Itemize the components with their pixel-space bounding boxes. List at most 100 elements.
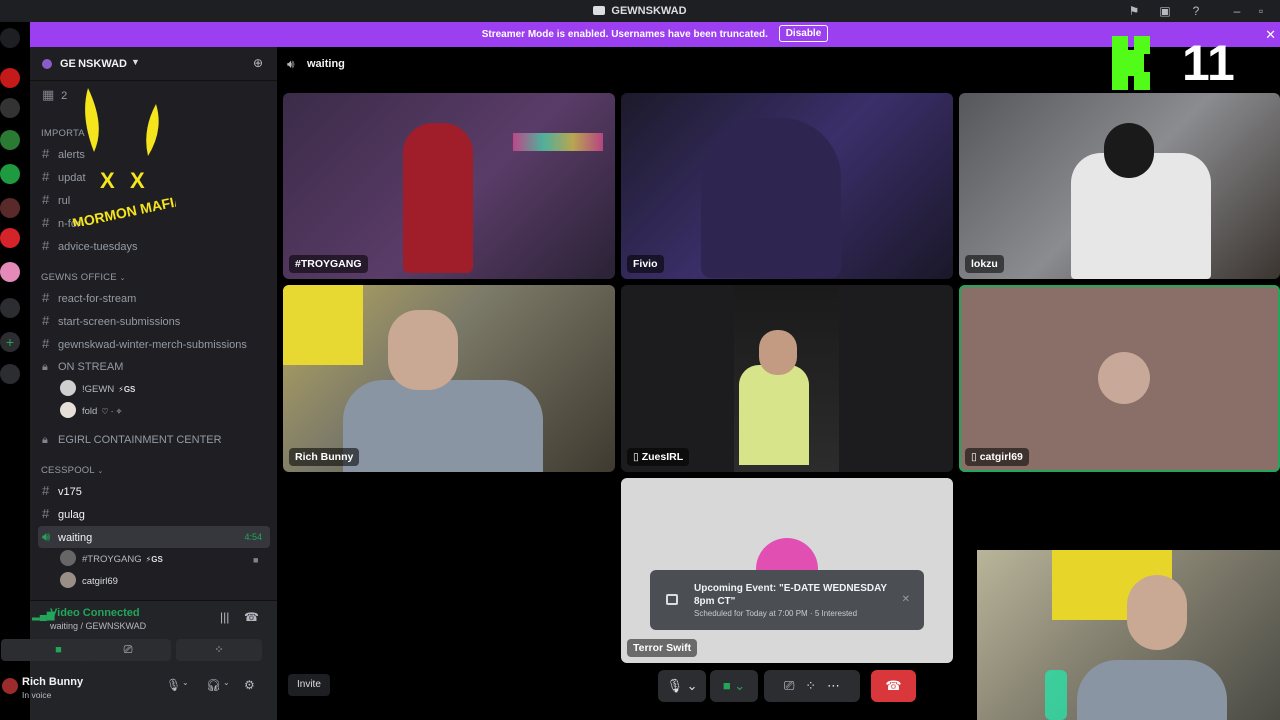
- disconnect-icon[interactable]: ☎: [244, 610, 259, 624]
- avatar: [60, 550, 76, 566]
- signal-icon[interactable]: ▂▄▆: [32, 610, 54, 622]
- server-icon[interactable]: [0, 68, 20, 88]
- screen-share-and-activities-button[interactable]: ⎚ ⁘ ⋯: [764, 670, 860, 702]
- channel-rules[interactable]: # rul: [38, 189, 270, 211]
- channel-alerts[interactable]: # alerts: [38, 143, 270, 165]
- channel-label: start-screen-submissions: [58, 316, 181, 328]
- server-icon[interactable]: [0, 130, 20, 150]
- channel-winter-merch[interactable]: # gewnskwad-winter-merch-submissions: [38, 333, 270, 355]
- camera-toggle-button[interactable]: ■ ⌄: [710, 670, 758, 702]
- microphone-toggle-button[interactable]: 🎙︎ ⌄: [658, 670, 706, 702]
- channel-start-screen-submissions[interactable]: # start-screen-submissions: [38, 310, 270, 332]
- channel-gulag[interactable]: # gulag: [38, 503, 270, 525]
- video-tile[interactable]: ▯ catgirl69: [959, 285, 1280, 472]
- activities-button[interactable]: ⁘: [176, 639, 262, 661]
- member-tag: ♡ · ✧: [101, 407, 123, 416]
- chevron-down-icon[interactable]: ⌄: [182, 678, 189, 687]
- close-banner-icon[interactable]: ✕: [1265, 22, 1276, 47]
- chevron-down-icon[interactable]: ⌄: [223, 678, 230, 687]
- voice-channel-waiting[interactable]: 🔊︎ waiting 4:54: [38, 526, 270, 548]
- video-tile[interactable]: ▯ ZuesIRL: [621, 285, 953, 472]
- server-icon[interactable]: [0, 98, 20, 118]
- microphone-light: [1045, 670, 1067, 720]
- close-icon[interactable]: ✕: [902, 594, 910, 605]
- microphone-icon[interactable]: 🎙︎: [166, 678, 181, 692]
- server-header[interactable]: GE NSKWAD ▼ ⊕: [30, 47, 277, 81]
- video-feed: [343, 380, 543, 472]
- avatar: [60, 572, 76, 588]
- hash-icon: #: [42, 290, 50, 305]
- category-important[interactable]: IMPORTA: [38, 123, 270, 145]
- server-icon[interactable]: [0, 228, 20, 248]
- explore-icon[interactable]: [0, 364, 20, 384]
- hang-up-button[interactable]: ☎: [871, 670, 916, 702]
- hash-icon: #: [42, 336, 50, 351]
- kick-count: 11: [1182, 35, 1235, 91]
- streamer-mode-banner: Streamer Mode is enabled. Usernames have…: [30, 22, 1280, 47]
- minimize-icon[interactable]: –: [1229, 3, 1245, 19]
- channel-updates[interactable]: # updat: [38, 166, 270, 188]
- settings-gear-icon[interactable]: ⚙: [244, 678, 255, 692]
- user-panel: Rich Bunny In voice 🎙︎ ⌄ 🎧︎ ⌄ ⚙: [2, 666, 277, 720]
- category-cesspool[interactable]: CESSPOOL ⌄: [38, 460, 270, 482]
- headphones-icon[interactable]: 🎧︎: [206, 678, 221, 692]
- hash-icon: #: [42, 506, 50, 521]
- title-bar: GEWNSKWAD ⚑ ▣ ? – ▫: [0, 0, 1280, 22]
- voice-connection-panel: ▂▄▆ Video Connected waiting / GEWNSKWAD …: [1, 600, 277, 666]
- invite-people-icon[interactable]: ⊕: [253, 56, 263, 70]
- server-icon[interactable]: [0, 164, 20, 184]
- video-feed: [734, 285, 839, 472]
- invite-button[interactable]: Invite: [288, 674, 330, 696]
- voice-member[interactable]: fold ♡ · ✧: [60, 402, 122, 422]
- server-icon[interactable]: [0, 262, 20, 282]
- participant-name: catgirl69: [979, 451, 1023, 463]
- noise-suppression-icon[interactable]: |||: [220, 610, 229, 624]
- video-tile[interactable]: Fivio: [621, 93, 953, 279]
- share-screen-button[interactable]: ⎚: [85, 639, 171, 661]
- calendar-icon: [666, 594, 678, 605]
- channel-label: v175: [58, 486, 82, 498]
- video-tile[interactable]: lokzu: [959, 93, 1280, 279]
- server-dot-icon: [42, 59, 52, 69]
- upcoming-event-popup[interactable]: Upcoming Event: "E-DATE WEDNESDAY 8pm CT…: [650, 570, 924, 630]
- channel-advice-tuesdays[interactable]: # advice-tuesdays: [38, 235, 270, 257]
- member-tag: ⚡GS: [118, 385, 136, 394]
- video-feed-lights: [513, 133, 603, 151]
- participant-name: Fivio: [627, 255, 664, 273]
- voice-location[interactable]: waiting / GEWNSKWAD: [50, 621, 146, 631]
- voice-member[interactable]: catgirl69: [60, 572, 118, 592]
- participant-name: lokzu: [965, 255, 1004, 273]
- server-icon[interactable]: [0, 298, 20, 318]
- event-meta: Scheduled for Today at 7:00 PM · 5 Inter…: [694, 609, 858, 618]
- user-status: In voice: [22, 690, 52, 700]
- add-server-icon[interactable]: +: [0, 332, 20, 352]
- video-tile[interactable]: #TROYGANG: [283, 93, 615, 279]
- mobile-icon: ▯: [971, 451, 980, 463]
- channel-label: alerts: [58, 149, 85, 161]
- category-gewns-office[interactable]: GEWNS OFFICE ⌄: [38, 267, 270, 289]
- channel-truncated[interactable]: # n-for-: [38, 212, 270, 234]
- avatar[interactable]: [2, 678, 18, 694]
- help-icon[interactable]: ?: [1188, 3, 1204, 19]
- channel-react-for-stream[interactable]: # react-for-stream: [38, 287, 270, 309]
- channel-v175[interactable]: # v175: [38, 480, 270, 502]
- maximize-icon[interactable]: ▫: [1253, 3, 1269, 19]
- video-tile[interactable]: Rich Bunny: [283, 285, 615, 472]
- disable-streamer-mode-button[interactable]: Disable: [778, 25, 829, 42]
- server-icon[interactable]: [0, 198, 20, 218]
- voice-member[interactable]: !GEWN ⚡GS: [60, 380, 135, 400]
- flag-icon[interactable]: ⚑: [1126, 3, 1142, 19]
- user-name[interactable]: Rich Bunny: [22, 676, 83, 688]
- inbox-icon[interactable]: ▣: [1157, 3, 1173, 19]
- chevron-down-icon: ⌄: [97, 468, 104, 475]
- participant-name-tag: ▯ catgirl69: [965, 448, 1029, 466]
- channel-label: gulag: [58, 509, 85, 521]
- voice-timer: 4:54: [244, 532, 262, 542]
- voice-member[interactable]: #TROYGANG ⚡GS ■: [60, 550, 258, 570]
- voice-channel-on-stream[interactable]: 🔒︎ ON STREAM: [38, 356, 270, 378]
- banner-text: Streamer Mode is enabled. Usernames have…: [481, 29, 768, 40]
- discord-home-icon[interactable]: [0, 28, 20, 48]
- member-name: fold: [82, 406, 98, 417]
- events-row[interactable]: ▦ 2: [38, 84, 270, 106]
- voice-channel-egirl-containment[interactable]: 🔒︎ EGIRL CONTAINMENT CENTER: [38, 429, 270, 451]
